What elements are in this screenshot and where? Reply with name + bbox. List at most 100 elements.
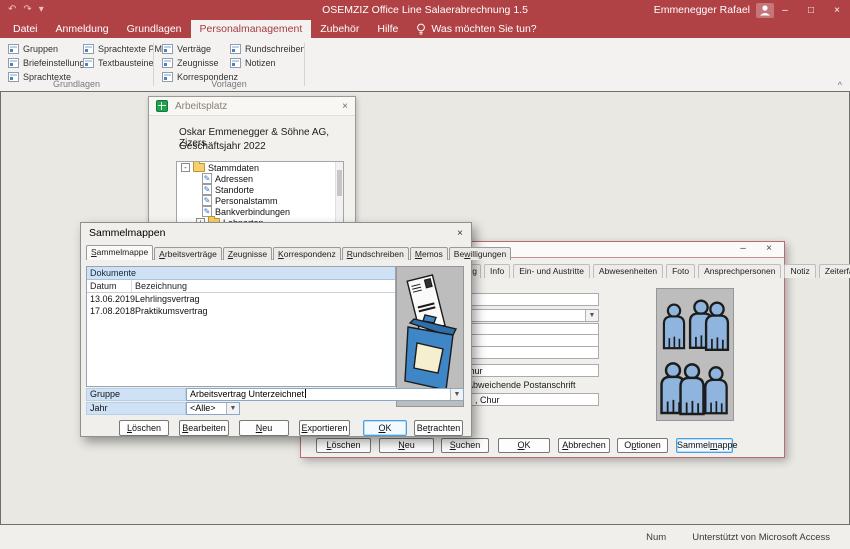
loeschen-button[interactable]: Löschen [316,438,371,453]
tell-me[interactable]: Was möchten Sie tun? [407,20,545,38]
minimize-icon[interactable]: – [772,0,798,20]
ribbon-column: Sprachtexte PM Textbausteine [83,42,162,70]
exportieren-button[interactable]: Exportieren [299,420,350,436]
tab-korrespondenz[interactable]: Korrespondenz [273,247,341,260]
form-icon [8,44,19,54]
tell-me-label: Was möchten Sie tun? [431,23,537,35]
ribbon-column: Rundschreiben Notizen [230,42,306,70]
ribbon-item-textbausteine[interactable]: Textbausteine [83,56,162,70]
neu-button[interactable]: Neu [379,438,434,453]
form-icon [230,44,241,54]
ribbon-item-sprachtexte-pm[interactable]: Sprachtexte PM [83,42,162,56]
documents-caption: Dokumente [87,267,395,280]
tree-item-label: Adressen [215,173,254,184]
loeschen-button[interactable]: Löschen [119,420,169,436]
jahr-dropdown-icon[interactable]: ▼ [226,403,239,414]
form-icon [162,58,173,68]
postal-address-label: Abweichende Postanschrift [467,380,576,390]
form-pencil-icon: ✎ [202,184,212,195]
table-row[interactable]: 17.08.2018 Praktikumsvertrag [87,305,395,317]
tab-ein-und-austritte[interactable]: Ein- und Austritte [513,264,590,278]
ribbon-tab-personalmanagement[interactable]: Personalmanagement [190,20,312,38]
optionen-button[interactable]: Optionen [617,438,668,453]
tab-arbeitsvertraege[interactable]: Arbeitsverträge [154,247,222,260]
arbeitsplatz-icon [156,100,168,112]
collapse-ribbon-icon[interactable]: ^ [838,80,842,90]
sammelmappen-close-icon[interactable]: × [457,228,463,239]
ribbon-tab-anmeldung[interactable]: Anmeldung [47,20,118,38]
sammelmappe-button[interactable]: Sammelmappe [676,438,738,453]
tab-bewilligungen[interactable]: Bewilligungen [448,247,512,260]
sammelmappen-dialog: Sammelmappen × Sammelmappe Arbeitsverträg… [80,222,512,437]
tab-zeiterfassung[interactable]: Zeiterfassung [818,264,850,278]
tab-info[interactable]: Info [484,264,511,278]
tree-item-stammdaten[interactable]: - Stammdaten [177,162,343,173]
ribbon-item-gruppen[interactable]: Gruppen [8,42,95,56]
tree-item-personalstamm[interactable]: ✎ Personalstamm [177,195,343,206]
column-header-bezeichnung[interactable]: Bezeichnung [132,280,395,292]
tree-rows: - Stammdaten ✎ Adressen ✎ Standorte ✎ Personals… [177,162,343,228]
account-area: Emmenegger Rafael [654,0,774,20]
group-divider [304,43,305,86]
personalstamm-minimize-icon[interactable]: – [735,243,751,254]
dropdown-icon[interactable]: ▼ [585,310,598,321]
ribbon-item-label: Verträge [177,44,212,54]
ribbon-item-notizen[interactable]: Notizen [230,56,306,70]
column-header-datum[interactable]: Datum [87,280,132,292]
lightbulb-icon [416,23,426,36]
personalstamm-close-icon[interactable]: × [761,243,777,254]
ribbon-tab-datei[interactable]: Datei [4,20,47,38]
tree-item-bankverbindungen[interactable]: ✎ Bankverbindungen [177,206,343,217]
screen: { "window": { "title": "OSEMZIZ Office L… [0,0,850,549]
tab-memos[interactable]: Memos [409,247,448,260]
ribbon-item-label: Notizen [245,58,276,68]
tab-notiz[interactable]: Notiz [784,264,816,278]
ribbon-tab-hilfe[interactable]: Hilfe [368,20,407,38]
close-icon[interactable]: × [824,0,850,20]
tab-ansprechpersonen[interactable]: Ansprechpersonen [698,264,782,278]
ok-button[interactable]: OK [363,420,407,436]
neu-button[interactable]: Neu [239,420,289,436]
form-icon [8,58,19,68]
gruppe-dropdown-icon[interactable]: ▼ [450,389,463,400]
table-row[interactable]: 13.06.2019 Lehrlingsvertrag [87,293,395,305]
text-caret [305,389,307,398]
user-name[interactable]: Emmenegger Rafael [654,4,750,16]
jahr-combobox[interactable]: <Alle> ▼ [186,402,240,415]
ok-button[interactable]: OK [498,438,550,453]
gruppe-combobox[interactable]: Arbeitsvertrag Unterzeichnet ▼ [186,388,464,401]
arbeitsplatz-close-icon[interactable]: × [342,101,348,112]
ribbon-item-vertraege[interactable]: Verträge [162,42,238,56]
tab-rundschreiben[interactable]: Rundschreiben [341,247,409,260]
folder-icon [193,162,205,172]
documents-rows: 13.06.2019 Lehrlingsvertrag 17.08.2018 Prak… [87,293,395,317]
tab-foto[interactable]: Foto [666,264,696,278]
tree-item-adressen[interactable]: ✎ Adressen [177,173,343,184]
sammelmappen-buttons: Löschen Bearbeiten Neu Exportieren OK Betrach… [81,420,471,437]
bearbeiten-button[interactable]: Bearbeiten [179,420,229,436]
abbrechen-button[interactable]: Abbrechen [558,438,610,453]
ribbon-item-zeugnisse[interactable]: Zeugnisse [162,56,238,70]
ribbon-tab-grundlagen[interactable]: Grundlagen [118,20,191,38]
ribbon-tab-zubehoer[interactable]: Zubehör [311,20,368,38]
form-icon [83,58,94,68]
cell-bezeichnung: Lehrlingsvertrag [135,294,200,304]
ribbon-item-label: Zeugnisse [177,58,219,68]
ribbon-group-vorlagen: Verträge Zeugnisse Korrespondenz Rundschrei… [154,38,306,91]
form-pencil-icon: ✎ [202,195,212,206]
ribbon-item-briefeinstellungen[interactable]: Briefeinstellungen [8,56,95,70]
tab-sammelmappe[interactable]: Sammelmappe [86,245,154,260]
ribbon-group-grundlagen: Gruppen Briefeinstellungen Sprachtexte Spra… [0,38,162,91]
maximize-icon[interactable]: □ [798,0,824,20]
tab-zeugnisse[interactable]: Zeugnisse [222,247,273,260]
ribbon-item-rundschreiben[interactable]: Rundschreiben [230,42,306,56]
gruppe-label: Gruppe [86,388,186,401]
ribbon-tabs: Datei Anmeldung Grundlagen Personalmanageme… [4,20,407,38]
betrachten-button[interactable]: Betrachten [414,420,463,436]
access-note: Unterstützt von Microsoft Access [692,531,830,543]
tab-abwesenheiten[interactable]: Abwesenheiten [592,264,664,278]
suchen-button[interactable]: Suchen [441,438,489,453]
jahr-value: <Alle> [190,403,216,413]
collapse-icon[interactable]: - [181,163,190,172]
tree-item-standorte[interactable]: ✎ Standorte [177,184,343,195]
